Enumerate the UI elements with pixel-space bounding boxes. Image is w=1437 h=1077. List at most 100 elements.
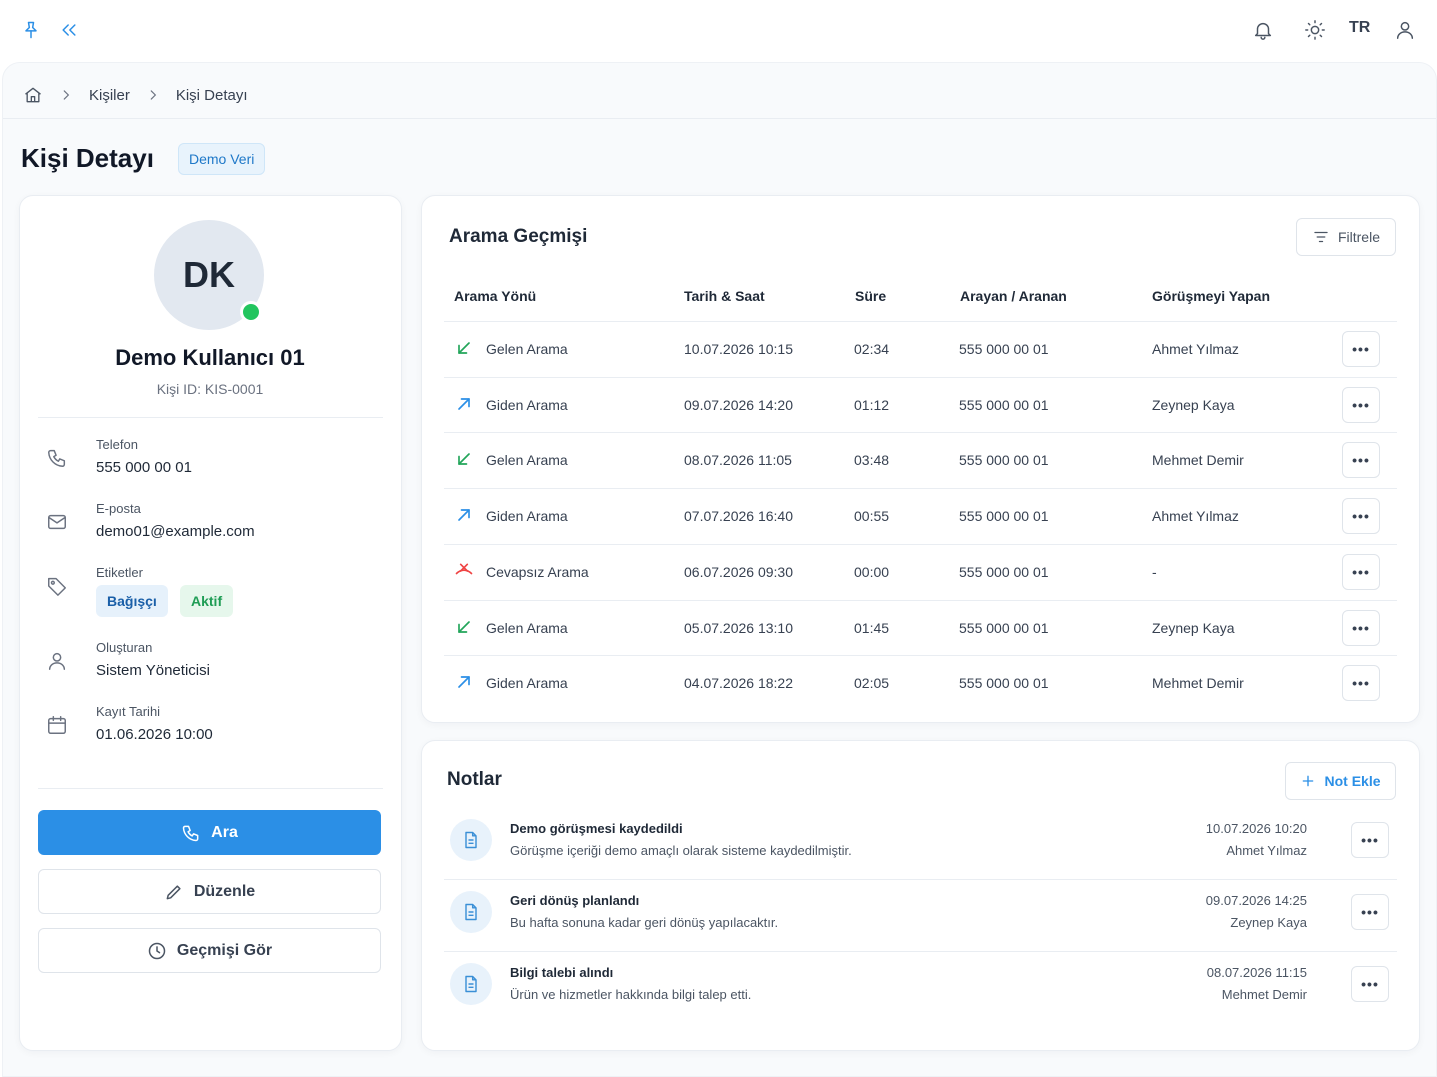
call-number: 555 000 00 01	[959, 563, 1049, 580]
column-header-agent[interactable]: Görüşmeyi Yapan	[1152, 288, 1270, 304]
registration-label: Kayıt Tarihi	[96, 704, 161, 719]
more-options-button[interactable]: •••	[1342, 386, 1380, 423]
outgoing-call-icon	[454, 394, 474, 414]
column-header-datetime[interactable]: Tarih & Saat	[684, 288, 765, 304]
user-icon	[46, 650, 72, 676]
table-row[interactable]: Gelen Arama 10.07.2026 10:15 02:34 555 000 …	[444, 321, 1397, 377]
more-options-button[interactable]: •••	[1342, 609, 1380, 646]
home-icon[interactable]	[23, 85, 43, 105]
call-number: 555 000 00 01	[959, 619, 1049, 636]
info-email: E-posta demo01@example.com	[46, 501, 386, 551]
phone-icon	[46, 447, 72, 473]
more-options-button[interactable]: •••	[1342, 553, 1380, 590]
call-direction: Gelen Arama	[486, 341, 568, 357]
call-number: 555 000 00 01	[959, 675, 1049, 692]
note-title: Demo görüşmesi kaydedildi	[510, 821, 683, 836]
note-item[interactable]: Geri dönüş planlandı Bu hafta sonuna kada…	[444, 879, 1397, 951]
pencil-icon	[164, 882, 184, 902]
online-status-dot	[240, 301, 262, 323]
divider	[3, 118, 1436, 119]
note-item[interactable]: Bilgi talebi alındı Ürün ve hizmetler hak…	[444, 951, 1397, 1023]
edit-button[interactable]: Düzenle	[38, 869, 381, 914]
call-duration: 03:48	[854, 452, 890, 469]
info-creator: Oluşturan Sistem Yöneticisi	[46, 640, 386, 690]
language-switch[interactable]: TR	[1349, 19, 1370, 37]
sun-icon[interactable]	[1303, 18, 1327, 42]
collapse-sidebar-icon[interactable]	[57, 18, 81, 42]
call-number: 555 000 00 01	[959, 396, 1049, 413]
incoming-call-icon	[454, 338, 474, 358]
call-number: 555 000 00 01	[959, 341, 1049, 357]
mail-icon	[46, 511, 72, 537]
breadcrumb-item-current: Kişi Detayı	[175, 86, 248, 104]
column-header-number[interactable]: Arayan / Aranan	[960, 288, 1067, 304]
email-value: demo01@example.com	[96, 523, 255, 540]
tag-aktif: Aktif	[180, 585, 234, 617]
demo-badge: Demo Veri	[178, 143, 266, 175]
more-options-button[interactable]: •••	[1351, 894, 1389, 930]
call-duration: 00:00	[854, 563, 890, 580]
document-icon	[450, 819, 492, 861]
note-date: 08.07.2026 11:15	[1206, 965, 1307, 980]
call-number: 555 000 00 01	[959, 508, 1049, 525]
top-bar: TR	[0, 0, 1437, 62]
outgoing-call-icon	[454, 505, 474, 525]
document-icon	[450, 891, 492, 933]
call-direction: Giden Arama	[486, 396, 568, 413]
call-datetime: 09.07.2026 14:20	[684, 396, 793, 413]
call-button-label: Ara	[211, 823, 238, 841]
view-history-button[interactable]: Geçmişi Gör	[38, 928, 381, 973]
call-datetime: 05.07.2026 13:10	[684, 619, 793, 636]
call-datetime: 07.07.2026 16:40	[684, 508, 793, 525]
add-note-button[interactable]: Not Ekle	[1285, 762, 1396, 800]
notes-card: Notlar Not Ekle Demo görüşmesi kaydedild…	[421, 740, 1420, 1051]
tag-bagisci: Bağışçı	[96, 585, 168, 617]
call-duration: 01:45	[854, 619, 890, 636]
view-history-label: Geçmişi Gör	[176, 941, 273, 959]
page-title: Kişi Detayı	[21, 143, 154, 173]
column-header-direction[interactable]: Arama Yönü	[454, 288, 536, 304]
bell-icon[interactable]	[1251, 18, 1275, 42]
more-options-button[interactable]: •••	[1342, 498, 1380, 535]
more-options-button[interactable]: •••	[1342, 442, 1380, 479]
table-row[interactable]: Giden Arama 04.07.2026 18:22 02:05 555 000 …	[444, 655, 1397, 711]
call-history-title: Arama Geçmişi	[449, 226, 588, 247]
clock-icon	[147, 941, 167, 961]
filter-button[interactable]: Filtrele	[1296, 218, 1396, 256]
more-options-button[interactable]: •••	[1351, 822, 1389, 858]
call-datetime: 06.07.2026 09:30	[684, 563, 793, 580]
table-row[interactable]: Giden Arama 09.07.2026 14:20 01:12 555 000 …	[444, 377, 1397, 433]
person-id: Kişi ID: KIS-0001	[156, 381, 264, 397]
phone-label: Telefon	[96, 437, 138, 452]
call-agent: Ahmet Yılmaz	[1152, 341, 1239, 357]
table-row[interactable]: Gelen Arama 05.07.2026 13:10 01:45 555 000 …	[444, 600, 1397, 656]
note-title: Geri dönüş planlandı	[510, 893, 640, 908]
call-datetime: 10.07.2026 10:15	[684, 341, 793, 357]
outgoing-call-icon	[454, 672, 474, 692]
more-options-button[interactable]: •••	[1342, 665, 1380, 702]
table-row[interactable]: Cevapsız Arama 06.07.2026 09:30 00:00 555 0…	[444, 544, 1397, 600]
call-direction: Gelen Arama	[486, 619, 568, 636]
user-icon[interactable]	[1393, 18, 1417, 42]
breadcrumb-item-kisiler[interactable]: Kişiler	[89, 87, 130, 104]
info-phone: Telefon 555 000 00 01	[46, 437, 386, 487]
more-options-button[interactable]: •••	[1342, 331, 1380, 367]
column-header-duration[interactable]: Süre	[855, 288, 886, 304]
call-direction: Gelen Arama	[486, 452, 568, 469]
plus-icon	[1300, 773, 1316, 789]
add-note-label: Not Ekle	[1324, 773, 1381, 789]
call-button[interactable]: Ara	[38, 810, 381, 855]
table-row[interactable]: Giden Arama 07.07.2026 16:40 00:55 555 000 …	[444, 488, 1397, 544]
main-content: Kişiler Kişi Detayı Kişi Detayı Demo Ver…	[2, 62, 1437, 1077]
call-agent: Zeynep Kaya	[1152, 619, 1235, 636]
note-item[interactable]: Demo görüşmesi kaydedildi Görüşme içeriği…	[444, 807, 1397, 879]
pin-icon[interactable]	[19, 18, 43, 42]
registration-value: 01.06.2026 10:00	[96, 726, 213, 743]
table-row[interactable]: Gelen Arama 08.07.2026 11:05 03:48 555 000 …	[444, 432, 1397, 488]
call-direction: Giden Arama	[486, 508, 568, 525]
more-options-button[interactable]: •••	[1351, 966, 1389, 1002]
filter-button-label: Filtrele	[1337, 229, 1380, 245]
creator-label: Oluşturan	[96, 640, 153, 655]
info-tags: Etiketler Bağışçı Aktif	[46, 565, 386, 621]
note-author: Zeynep Kaya	[1230, 915, 1307, 930]
